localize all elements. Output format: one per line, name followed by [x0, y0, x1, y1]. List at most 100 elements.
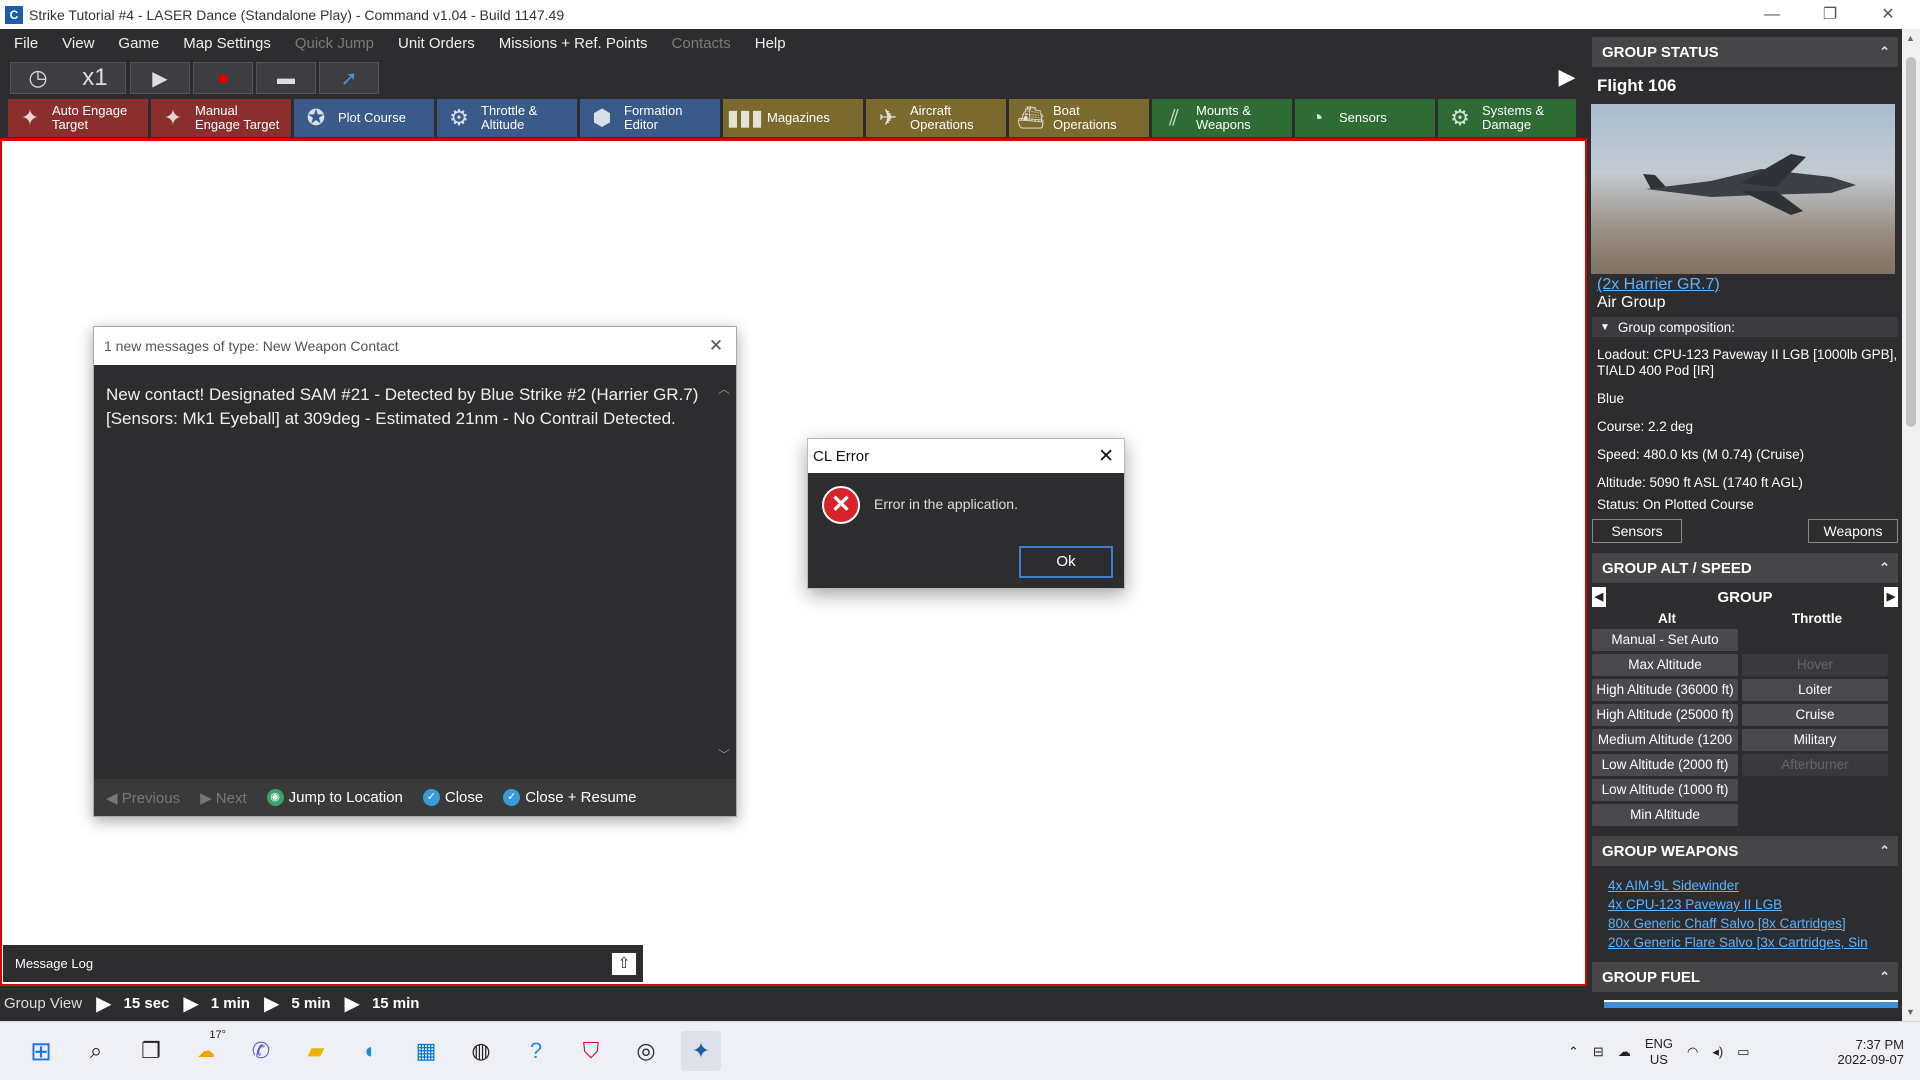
scroll-down-icon[interactable]: ﹀	[718, 743, 730, 767]
step-arrow-icon[interactable]: ▶	[264, 991, 279, 1016]
collapse-icon[interactable]: ⌃	[1879, 44, 1890, 60]
language-indicator[interactable]: ENG US	[1645, 1036, 1673, 1068]
network-drive-icon[interactable]: ⊟	[1593, 1044, 1604, 1060]
boat-operations-button[interactable]: ⛴ Boat Operations	[1009, 99, 1149, 137]
close-icon[interactable]: ✕	[1098, 445, 1114, 468]
start-icon[interactable]: ⊞	[21, 1031, 61, 1071]
systems-damage-button[interactable]: ⚙ Systems & Damage	[1438, 99, 1576, 137]
magazines-button[interactable]: ▮▮▮ Magazines	[723, 99, 863, 137]
menu-missions[interactable]: Missions + Ref. Points	[499, 35, 648, 52]
step-15sec[interactable]: 15 sec	[124, 995, 170, 1012]
scroll-up-icon[interactable]: ▲	[1906, 33, 1915, 43]
menu-file[interactable]: File	[14, 35, 38, 52]
menu-unit-orders[interactable]: Unit Orders	[398, 35, 475, 52]
jump-to-location-button[interactable]: ◉ Jump to Location	[266, 789, 413, 807]
weapon-link[interactable]: 4x AIM-9L Sidewinder	[1608, 876, 1902, 895]
weapon-link[interactable]: 20x Generic Flare Salvo [3x Cartridges, …	[1608, 933, 1902, 952]
collapse-icon[interactable]: ⌃	[1879, 843, 1890, 859]
altitude-button[interactable]: Low Altitude (2000 ft)	[1592, 754, 1738, 776]
message-log-expand-button[interactable]: ⇧	[611, 952, 637, 976]
weapon-link[interactable]: 4x CPU-123 Paveway II LGB	[1608, 895, 1902, 914]
plot-course-button[interactable]: ✪ Plot Course	[294, 99, 434, 137]
menu-help[interactable]: Help	[755, 35, 786, 52]
expand-panel-arrow-icon[interactable]: ▶	[1551, 58, 1583, 95]
close-window-button[interactable]: ✕	[1859, 0, 1917, 29]
alt-throttle-row: Low Altitude (1000 ft)	[1592, 779, 1898, 801]
github-icon[interactable]: ◍	[461, 1031, 501, 1071]
step-arrow-icon[interactable]: ▶	[183, 991, 198, 1016]
collapse-icon[interactable]: ⌃	[1879, 560, 1890, 576]
ok-button[interactable]: Ok	[1019, 546, 1113, 578]
throttle-button-cruise[interactable]: Cruise	[1742, 704, 1888, 726]
close-message-button[interactable]: ✓ Close	[422, 789, 493, 807]
restore-button[interactable]: ❐	[1801, 0, 1859, 29]
minimize-button[interactable]: —	[1743, 0, 1801, 29]
scroll-down-icon[interactable]: ▼	[1906, 1007, 1915, 1017]
throttle-button-loiter[interactable]: Loiter	[1742, 679, 1888, 701]
altitude-button[interactable]: High Altitude (36000 ft)	[1592, 679, 1738, 701]
prev-arrow-icon[interactable]: ◀	[1592, 587, 1606, 607]
step-arrow-icon[interactable]: ▶	[345, 991, 360, 1016]
close-icon[interactable]: ✕	[706, 336, 726, 356]
altitude-button[interactable]: High Altitude (25000 ft)	[1592, 704, 1738, 726]
chat-icon[interactable]: ✆	[241, 1031, 281, 1071]
menu-view[interactable]: View	[62, 35, 94, 52]
group-alt-speed-header[interactable]: GROUP ALT / SPEED ⌃	[1592, 553, 1898, 583]
close-resume-button[interactable]: ✓ Close + Resume	[503, 789, 646, 807]
battery-icon[interactable]: ▭	[1737, 1044, 1749, 1060]
pointer-button[interactable]: ➚	[319, 62, 379, 94]
group-weapons-header[interactable]: GROUP WEAPONS ⌃	[1592, 836, 1898, 866]
altitude-button[interactable]: Manual - Set Auto	[1592, 629, 1738, 651]
side-panel-scrollbar[interactable]: ▲ ▼	[1902, 29, 1920, 1021]
sensors-button[interactable]: ◔ Sensors	[1295, 99, 1435, 137]
unit-link[interactable]: (2x Harrier GR.7)	[1597, 276, 1902, 294]
scrollbar-thumb[interactable]	[1906, 57, 1916, 427]
ruler-button[interactable]: ▬	[256, 62, 316, 94]
search-icon[interactable]: ⌕	[76, 1031, 116, 1071]
altitude-button[interactable]: Medium Altitude (1200	[1592, 729, 1738, 751]
collapse-icon[interactable]: ⌃	[1879, 969, 1890, 985]
step-15min[interactable]: 15 min	[372, 995, 420, 1012]
chevron-up-icon[interactable]: ⌃	[1568, 1044, 1579, 1060]
altitude-button[interactable]: Low Altitude (1000 ft)	[1592, 779, 1738, 801]
weapon-link[interactable]: 80x Generic Chaff Salvo [8x Cartridges]	[1608, 914, 1902, 933]
record-button[interactable]: ●	[193, 62, 253, 94]
sensors-panel-button[interactable]: Sensors	[1592, 519, 1682, 543]
scroll-up-icon[interactable]: ︿	[718, 377, 730, 401]
auto-engage-target-button[interactable]: ✦ Auto Engage Target	[8, 99, 148, 137]
onedrive-icon[interactable]: ☁	[1618, 1044, 1631, 1060]
aircraft-operations-button[interactable]: ✈ Aircraft Operations	[866, 99, 1006, 137]
command-app-icon[interactable]: ✦	[681, 1031, 721, 1071]
step-1min[interactable]: 1 min	[211, 995, 250, 1012]
next-arrow-icon[interactable]: ▶	[1884, 587, 1898, 607]
step-arrow-icon[interactable]: ▶	[96, 991, 111, 1016]
group-fuel-header[interactable]: GROUP FUEL ⌃	[1592, 962, 1898, 992]
clock[interactable]: 7:37 PM 2022-09-07	[1818, 1022, 1905, 1080]
volume-icon[interactable]: ◂)	[1712, 1044, 1723, 1060]
weather-widget[interactable]: ☁ 17°	[186, 1029, 226, 1071]
step-5min[interactable]: 5 min	[291, 995, 330, 1012]
throttle-altitude-button[interactable]: ⚙ Throttle & Altitude	[437, 99, 577, 137]
group-status-header[interactable]: GROUP STATUS ⌃	[1592, 37, 1898, 67]
altitude-button[interactable]: Max Altitude	[1592, 654, 1738, 676]
play-button[interactable]: ▶	[130, 62, 190, 94]
task-view-icon[interactable]: ❐	[131, 1031, 171, 1071]
menu-game[interactable]: Game	[118, 35, 159, 52]
menu-map-settings[interactable]: Map Settings	[183, 35, 271, 52]
manual-engage-target-button[interactable]: ✦ Manual Engage Target	[151, 99, 291, 137]
steam-icon[interactable]: ◎	[626, 1031, 666, 1071]
time-compression-control[interactable]: ◷ x1	[10, 62, 126, 94]
altitude-button[interactable]: Min Altitude	[1592, 804, 1738, 826]
group-composition-toggle[interactable]: ▼ Group composition:	[1592, 317, 1898, 337]
edge-icon[interactable]: ◐	[351, 1031, 391, 1071]
mcafee-icon[interactable]: ⛉	[571, 1031, 611, 1071]
throttle-button-military[interactable]: Military	[1742, 729, 1888, 751]
help-icon[interactable]: ?	[516, 1031, 556, 1071]
menu-contacts: Contacts	[671, 35, 731, 52]
wifi-icon[interactable]: ◠	[1687, 1044, 1698, 1060]
file-explorer-icon[interactable]: ▰	[296, 1031, 336, 1071]
mounts-weapons-button[interactable]: ⫽ Mounts & Weapons	[1152, 99, 1292, 137]
weapons-panel-button[interactable]: Weapons	[1808, 519, 1898, 543]
formation-editor-button[interactable]: ⬢ Formation Editor	[580, 99, 720, 137]
store-icon[interactable]: ▦	[406, 1031, 446, 1071]
